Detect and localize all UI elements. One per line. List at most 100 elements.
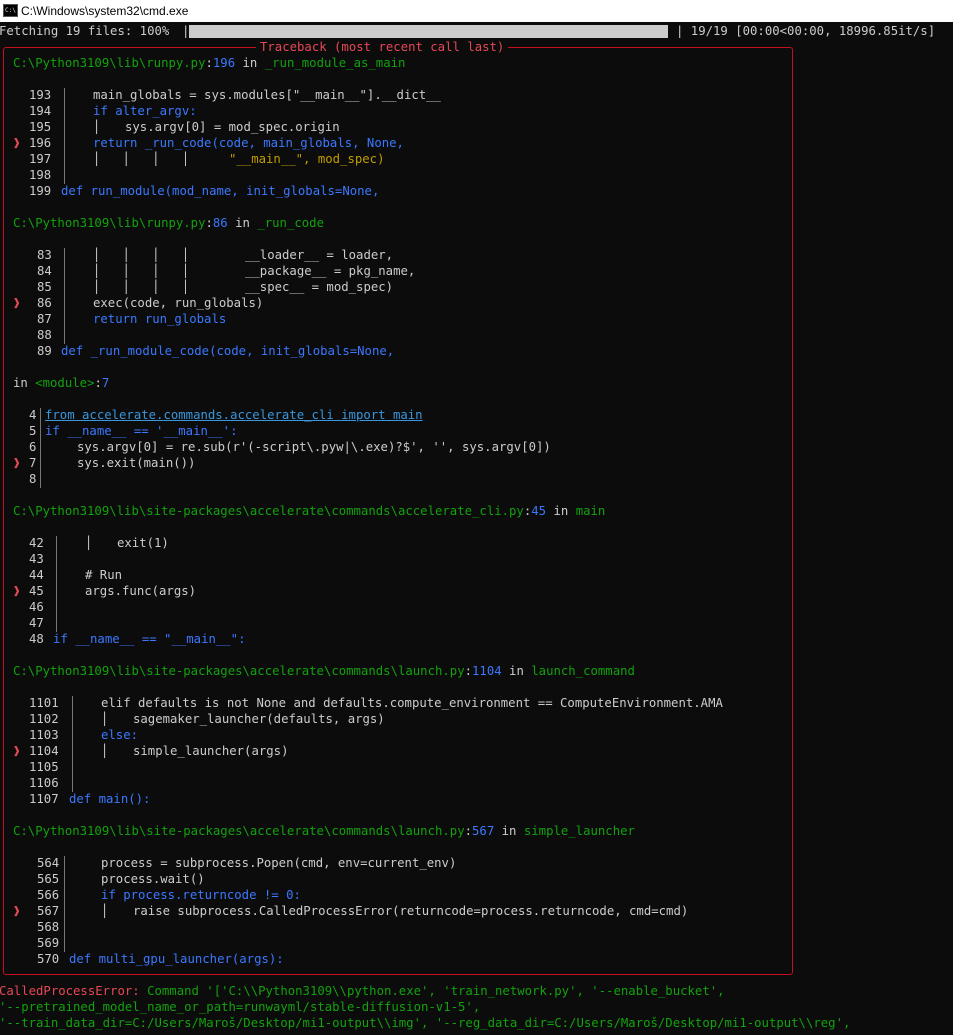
code-line: sys.argv[0] = re.sub(r'(-script\.pyw|\.e… — [77, 440, 551, 454]
error-marker: ❱ — [13, 744, 21, 758]
code-line: sagemaker_launcher(defaults, args) — [133, 712, 385, 726]
frame-path: C:\Python3109\lib\runpy.py — [13, 56, 206, 70]
gutter — [64, 88, 65, 184]
line-number: 46 — [29, 600, 44, 614]
line-number: 195 — [29, 120, 52, 134]
gutter — [72, 696, 73, 792]
code-line: def multi_gpu_launcher(args): — [69, 952, 284, 966]
frame-line: 86 — [212, 216, 228, 230]
window-title: C:\Windows\system32\cmd.exe — [21, 4, 189, 18]
frame-line: 567 — [472, 824, 495, 838]
code-line: return run_globals — [93, 312, 227, 326]
error-detail: Command '['C:\\Python3109\\python.exe', … — [139, 984, 725, 998]
frame-function: _run_code — [257, 216, 324, 230]
line-number: 199 — [29, 184, 52, 198]
frame-line: 196 — [212, 56, 236, 70]
frame-path: C:\Python3109\lib\site-packages\accelera… — [13, 504, 524, 518]
code-line: "__main__", mod_spec) — [229, 152, 385, 166]
frame-path: C:\Python3109\lib\site-packages\accelera… — [13, 664, 465, 678]
code-line: sys.exit(main()) — [77, 456, 196, 470]
line-number: 42 — [29, 536, 44, 550]
line-number: 570 — [37, 952, 60, 966]
line-number: 1104 — [29, 744, 59, 758]
frame-line: 1104 — [472, 664, 502, 678]
code-line: raise subprocess.CalledProcessError(retu… — [133, 904, 689, 918]
line-number: 88 — [37, 328, 52, 342]
gutter — [40, 408, 41, 488]
code-line: args.func(args) — [85, 584, 197, 598]
code-line: exec(code, run_globals) — [93, 296, 264, 310]
traceback-header: Traceback (most recent call last) — [256, 39, 509, 55]
line-number: 197 — [29, 152, 52, 166]
line-number: 87 — [37, 312, 52, 326]
progress-label: Fetching 19 files: 100% — [0, 24, 170, 38]
gutter — [64, 248, 65, 344]
code-line: __loader__ = loader, — [245, 248, 394, 262]
line-number: 1102 — [29, 712, 59, 726]
error-continuation: '--pretrained_model_name_or_path=runwaym… — [0, 1000, 481, 1014]
error-marker: ❱ — [13, 296, 21, 310]
line-number: 198 — [29, 168, 52, 182]
frame-module: <module> — [35, 376, 95, 390]
line-number: 7 — [29, 456, 37, 470]
line-number: 86 — [37, 296, 52, 310]
code-line: if __name__ == '__main__': — [45, 424, 238, 438]
code-line: if alter_argv: — [93, 104, 197, 118]
code-line: process.wait() — [101, 872, 205, 886]
frame-function: _run_module_as_main — [264, 56, 406, 70]
line-number: 5 — [29, 424, 37, 438]
frame-line: 7 — [101, 376, 110, 390]
code-line: sys.argv[0] = mod_spec.origin — [125, 120, 340, 134]
frame-line: 45 — [531, 504, 547, 518]
error-marker: ❱ — [13, 456, 21, 470]
line-number: 565 — [37, 872, 60, 886]
line-number: 43 — [29, 552, 44, 566]
frame-path: C:\Python3109\lib\site-packages\accelera… — [13, 824, 465, 838]
line-number: 1107 — [29, 792, 59, 806]
frame-location: C:\Python3109\lib\site-packages\accelera… — [13, 664, 635, 678]
line-number: 45 — [29, 584, 44, 598]
cmd-icon: C:\ — [3, 4, 18, 17]
error-type: CalledProcessError: — [0, 984, 140, 998]
progress-stats: | 19/19 [00:00<00:00, 18996.85it/s] — [676, 24, 936, 38]
frame-location: C:\Python3109\lib\site-packages\accelera… — [13, 824, 635, 838]
code-line: else: — [101, 728, 139, 742]
code-line: main_globals = sys.modules["__main__"]._… — [93, 88, 441, 102]
error-continuation: '--train_data_dir=C:/Users/Maroš/Desktop… — [0, 1016, 851, 1030]
line-number: 47 — [29, 616, 44, 630]
window-title-bar[interactable]: C:\ C:\Windows\system32\cmd.exe — [0, 0, 953, 22]
frame-location: C:\Python3109\lib\runpy.py:86 in _run_co… — [13, 216, 324, 230]
line-number: 89 — [37, 344, 52, 358]
line-number: 568 — [37, 920, 60, 934]
line-number: 1101 — [29, 696, 59, 710]
progress-bar — [189, 25, 668, 38]
code-line: exit(1) — [117, 536, 169, 550]
error-marker: ❱ — [13, 904, 21, 918]
code-line: if process.returncode != 0: — [101, 888, 301, 902]
code-line: if __name__ == "__main__": — [53, 632, 246, 646]
line-number: 84 — [37, 264, 52, 278]
line-number: 44 — [29, 568, 44, 582]
code-line: def main(): — [69, 792, 151, 806]
line-number: 569 — [37, 936, 60, 950]
line-number: 83 — [37, 248, 52, 262]
line-number: 566 — [37, 888, 60, 902]
line-number: 1103 — [29, 728, 59, 742]
frame-function: launch_command — [531, 664, 635, 678]
line-number: 1105 — [29, 760, 59, 774]
frame-location: in <module>:7 — [13, 376, 110, 390]
code-line: # Run — [85, 568, 123, 582]
line-number: 567 — [37, 904, 60, 918]
code-line: elif defaults is not None and defaults.c… — [101, 696, 723, 710]
gutter — [64, 856, 65, 952]
line-number: 4 — [29, 408, 37, 422]
code-line: return _run_code(code, main_globals, Non… — [93, 136, 404, 150]
code-line: process = subprocess.Popen(cmd, env=curr… — [101, 856, 457, 870]
error-marker: ❱ — [13, 584, 21, 598]
code-line: def run_module(mod_name, init_globals=No… — [61, 184, 380, 198]
line-number: 564 — [37, 856, 60, 870]
frame-function: main — [575, 504, 606, 518]
error-message: CalledProcessError: Command '['C:\\Pytho… — [0, 983, 725, 999]
code-line: __spec__ = mod_spec) — [245, 280, 394, 294]
code-line: __package__ = pkg_name, — [245, 264, 416, 278]
